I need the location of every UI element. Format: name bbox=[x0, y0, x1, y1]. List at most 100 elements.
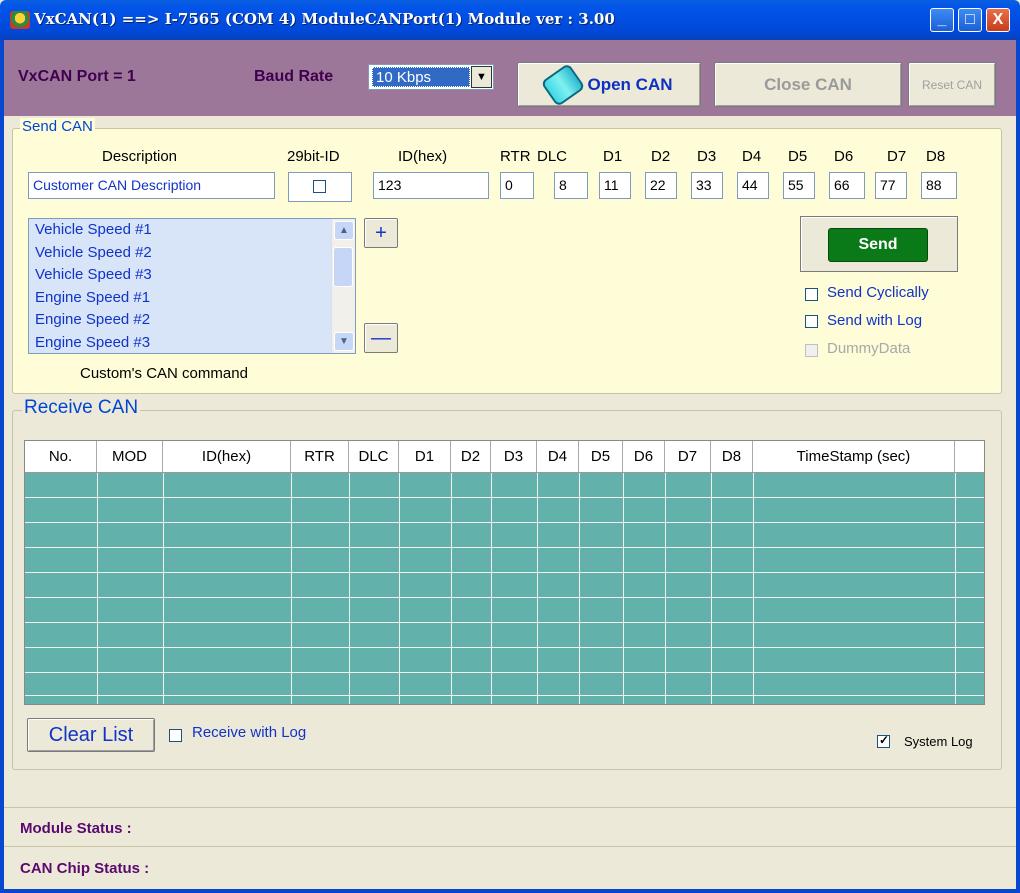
reset-can-label: Reset CAN bbox=[921, 77, 983, 92]
grid-col-line bbox=[753, 473, 754, 704]
dummy-data-label: DummyData bbox=[827, 340, 911, 357]
grid-col-line bbox=[623, 473, 624, 704]
window-frame-right bbox=[1016, 40, 1020, 893]
receive-with-log-checkbox[interactable] bbox=[169, 729, 182, 742]
grid-row-line bbox=[25, 647, 984, 648]
window-frame-bottom bbox=[0, 889, 1020, 893]
baud-rate-label: Baud Rate bbox=[254, 68, 334, 85]
d4-input[interactable]: 44 bbox=[737, 172, 769, 199]
scroll-down-icon[interactable]: ▼ bbox=[334, 332, 354, 351]
grid-col-line bbox=[537, 473, 538, 704]
column-header[interactable]: D2 bbox=[451, 441, 491, 472]
d2-input[interactable]: 22 bbox=[645, 172, 677, 199]
d8-header: D8 bbox=[926, 148, 946, 165]
grid-row-line bbox=[25, 695, 984, 696]
send-with-log-checkbox[interactable] bbox=[805, 315, 818, 328]
rtr-input[interactable]: 0 bbox=[500, 172, 534, 199]
grid-row-line bbox=[25, 572, 984, 573]
dummy-data-checkbox bbox=[805, 344, 818, 357]
grid-col-line bbox=[163, 473, 164, 704]
can-chip-status-label: CAN Chip Status : bbox=[20, 860, 150, 877]
d5-header: D5 bbox=[788, 148, 808, 165]
column-header[interactable]: D3 bbox=[491, 441, 537, 472]
d4-header: D4 bbox=[742, 148, 762, 165]
d7-input[interactable]: 77 bbox=[875, 172, 907, 199]
send-with-log-label[interactable]: Send with Log bbox=[827, 312, 922, 329]
send-cyclically-checkbox[interactable] bbox=[805, 288, 818, 301]
d3-input[interactable]: 33 bbox=[691, 172, 723, 199]
column-header[interactable]: No. bbox=[25, 441, 97, 472]
list-item[interactable]: Vehicle Speed #3 bbox=[29, 264, 355, 287]
send-button[interactable]: Send bbox=[828, 228, 928, 262]
column-header[interactable]: D5 bbox=[579, 441, 623, 472]
grid-row-line bbox=[25, 622, 984, 623]
clear-list-button[interactable]: Clear List bbox=[27, 718, 155, 752]
d1-header: D1 bbox=[603, 148, 623, 165]
list-item[interactable]: Engine Speed #1 bbox=[29, 287, 355, 310]
reset-can-button[interactable]: Reset CAN bbox=[908, 62, 996, 107]
system-log-label[interactable]: System Log bbox=[904, 734, 973, 749]
description-input[interactable]: Customer CAN Description bbox=[28, 172, 275, 199]
d8-input[interactable]: 88 bbox=[921, 172, 957, 199]
column-header[interactable]: D8 bbox=[711, 441, 753, 472]
send-cyclically-label[interactable]: Send Cyclically bbox=[827, 284, 929, 301]
grid-col-line bbox=[491, 473, 492, 704]
list-item[interactable]: Vehicle Speed #2 bbox=[29, 242, 355, 265]
add-command-button[interactable]: + bbox=[364, 218, 398, 248]
chevron-down-icon[interactable]: ▼ bbox=[471, 66, 492, 88]
column-header[interactable]: ID(hex) bbox=[163, 441, 291, 472]
d7-header: D7 bbox=[887, 148, 907, 165]
grid-col-line bbox=[399, 473, 400, 704]
grid-col-line bbox=[711, 473, 712, 704]
column-header[interactable] bbox=[955, 441, 984, 472]
column-header[interactable]: MOD bbox=[97, 441, 163, 472]
window-frame-left bbox=[0, 40, 4, 893]
dlc-header: DLC bbox=[537, 148, 568, 165]
d1-input[interactable]: 11 bbox=[599, 172, 631, 199]
list-item[interactable]: Engine Speed #3 bbox=[29, 332, 355, 354]
baud-rate-value[interactable]: 10 Kbps bbox=[372, 67, 470, 87]
can-connector-icon bbox=[539, 62, 586, 107]
column-header[interactable]: RTR bbox=[291, 441, 349, 472]
column-header[interactable]: TimeStamp (sec) bbox=[753, 441, 955, 472]
send-can-title: Send CAN bbox=[20, 118, 95, 135]
column-header[interactable]: D7 bbox=[665, 441, 711, 472]
grid-col-line bbox=[665, 473, 666, 704]
d6-header: D6 bbox=[834, 148, 854, 165]
clear-list-label: Clear List bbox=[48, 723, 134, 746]
maximize-button[interactable]: □ bbox=[958, 8, 982, 32]
column-header[interactable]: D6 bbox=[623, 441, 665, 472]
d3-header: D3 bbox=[697, 148, 717, 165]
open-can-label: Open CAN bbox=[587, 74, 673, 94]
column-header[interactable]: DLC bbox=[349, 441, 399, 472]
remove-command-button[interactable]: — bbox=[364, 323, 398, 353]
grid-row-line bbox=[25, 597, 984, 598]
scroll-thumb[interactable] bbox=[333, 247, 353, 287]
column-header[interactable]: D4 bbox=[537, 441, 579, 472]
open-can-button[interactable]: Open CAN bbox=[517, 62, 701, 107]
list-item[interactable]: Engine Speed #2 bbox=[29, 309, 355, 332]
system-log-checkbox[interactable] bbox=[877, 733, 890, 748]
d6-input[interactable]: 66 bbox=[829, 172, 865, 199]
close-window-button[interactable]: X bbox=[986, 8, 1010, 32]
id-header: ID(hex) bbox=[398, 148, 448, 165]
d5-input[interactable]: 55 bbox=[783, 172, 815, 199]
grid-col-line bbox=[97, 473, 98, 704]
grid-row-line bbox=[25, 672, 984, 673]
custom-command-list[interactable]: Vehicle Speed #1 Vehicle Speed #2 Vehicl… bbox=[28, 218, 356, 354]
receive-grid-header: No. MOD ID(hex) RTR DLC D1 D2 D3 D4 D5 D… bbox=[25, 441, 984, 473]
column-header[interactable]: D1 bbox=[399, 441, 451, 472]
id-input[interactable]: 123 bbox=[373, 172, 489, 199]
module-status-label: Module Status : bbox=[20, 820, 132, 837]
scroll-up-icon[interactable]: ▲ bbox=[334, 221, 354, 240]
close-can-button[interactable]: Close CAN bbox=[714, 62, 902, 107]
app-icon bbox=[10, 11, 30, 29]
grid-row-line bbox=[25, 547, 984, 548]
window-title: VxCAN(1) ==> I-7565 (COM 4) ModuleCANPor… bbox=[34, 10, 615, 28]
list-item[interactable]: Vehicle Speed #1 bbox=[29, 219, 355, 242]
receive-with-log-label[interactable]: Receive with Log bbox=[192, 724, 306, 741]
ext-id-checkbox[interactable] bbox=[313, 180, 326, 193]
dlc-input[interactable]: 8 bbox=[554, 172, 588, 199]
divider bbox=[4, 846, 1016, 847]
minimize-button[interactable]: _ bbox=[930, 8, 954, 32]
